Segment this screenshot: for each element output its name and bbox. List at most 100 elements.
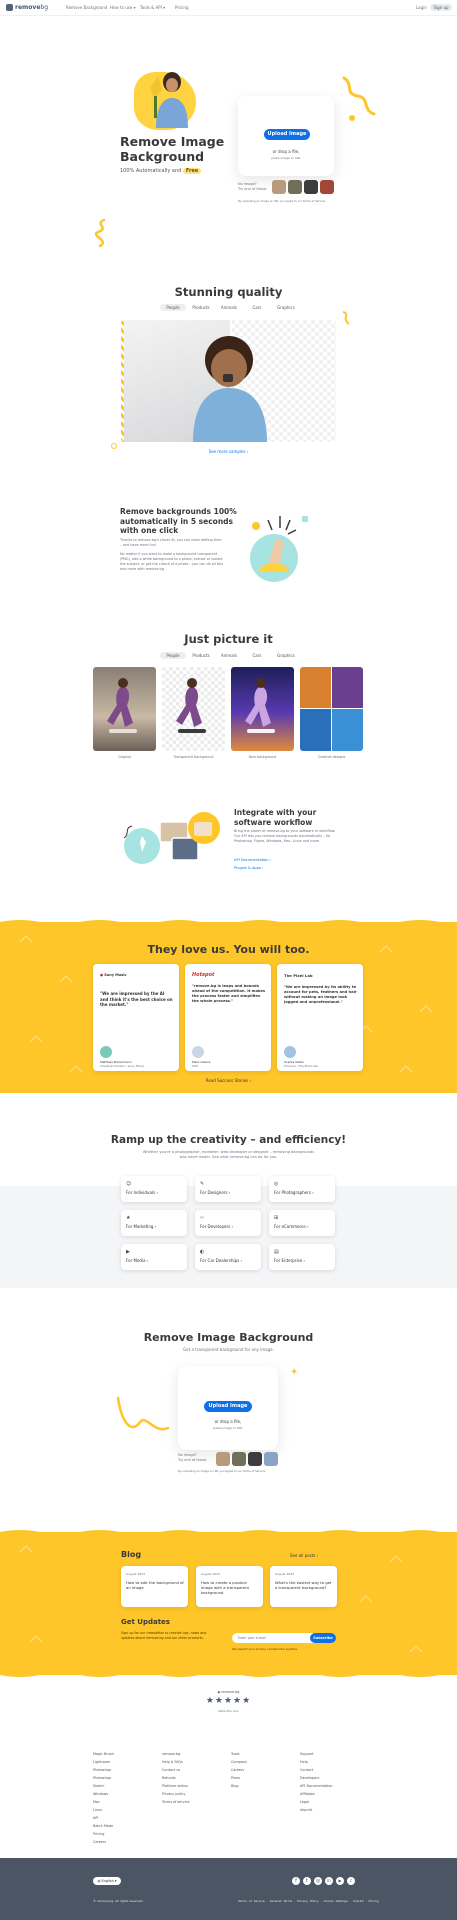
blog-post-1[interactable]: August 2023 How to edit the background o… — [121, 1566, 188, 1607]
rating-stars[interactable]: ★★★★★ — [0, 1696, 457, 1706]
usecase-car-dealerships[interactable]: ◐ For Car Dealerships › — [195, 1244, 261, 1270]
cta-upload-image-button[interactable]: Upload Image — [204, 1401, 252, 1412]
caption-original: Original — [118, 755, 131, 759]
picture-tab-graphics[interactable]: Graphics — [272, 652, 300, 659]
footer-link-general-terms[interactable]: General Terms — [270, 1899, 293, 1903]
cta-sample-thumb-car[interactable] — [264, 1452, 278, 1466]
footer-link-pricing[interactable]: Pricing — [369, 1899, 379, 1903]
integrate-illustration — [120, 808, 230, 872]
picture-creative[interactable] — [300, 667, 363, 751]
footer-link-privacy[interactable]: Privacy Policy — [297, 1899, 318, 1903]
sample-thumb-product[interactable] — [304, 180, 318, 194]
hero-subtitle: 100% Automatically and Free — [120, 168, 202, 174]
tiktok-icon[interactable]: ♪ — [347, 1877, 355, 1885]
tab-cars[interactable]: Cars — [244, 304, 270, 311]
signup-button[interactable]: Sign up — [430, 4, 452, 11]
upload-card[interactable]: Upload Image or drop a file, paste image… — [238, 96, 334, 176]
testimonial-logo-1: ● Sony Music — [100, 973, 127, 977]
sample-prompt: No image? Try one of these: — [238, 182, 268, 191]
picture-tab-products[interactable]: Products — [188, 652, 214, 659]
testimonial-quote-2: "remove.bg is leaps and bounds ahead of … — [192, 984, 266, 1003]
sample-thumb-car[interactable] — [320, 180, 334, 194]
see-more-samples-link[interactable]: See more samples › — [0, 449, 457, 454]
usecase-photographers[interactable]: ◎ For Photographers › — [269, 1176, 335, 1202]
efficiency-title: Ramp up the creativity – and efficiency! — [110, 1134, 347, 1146]
see-all-posts-link[interactable]: See all posts › — [290, 1553, 318, 1559]
feature1-para2: No matter if you want to make a backgrou… — [120, 552, 224, 571]
facebook-icon[interactable]: f — [292, 1877, 300, 1885]
avatar-3 — [284, 1046, 296, 1058]
sample-thumb-person[interactable] — [272, 180, 286, 194]
picture-tab-animals[interactable]: Animals — [216, 652, 242, 659]
quality-image[interactable] — [121, 320, 336, 442]
quality-tabs: People Products Animals Cars Graphics — [160, 304, 300, 313]
feature1-para1: Thanks to remove.bg's clever AI, you can… — [120, 538, 222, 547]
hero-terms: By uploading an image or URL you agree t… — [238, 199, 326, 203]
hero-illustration-squiggle — [340, 74, 380, 128]
subscribe-button[interactable]: Subscribe — [310, 1633, 336, 1643]
caption-new-background: New background — [248, 755, 277, 759]
newsletter-email-input[interactable]: Enter your e-mail Subscribe — [232, 1633, 336, 1643]
logo-text[interactable]: removebg — [15, 4, 48, 11]
integrate-body: Bring the power of remove.bg to your sof… — [234, 829, 336, 843]
cta-sample-thumb-product[interactable] — [248, 1452, 262, 1466]
updates-title: Get Updates — [121, 1618, 170, 1626]
youtube-icon[interactable]: ▶ — [336, 1877, 344, 1885]
footer-link-imprint[interactable]: Imprint — [353, 1899, 364, 1903]
picture-tab-cars[interactable]: Cars — [244, 652, 270, 659]
picture-original[interactable] — [93, 667, 156, 751]
nav-item-pricing[interactable]: Pricing — [175, 5, 188, 11]
upload-image-button[interactable]: Upload Image — [264, 129, 310, 140]
tab-animals[interactable]: Animals — [216, 304, 242, 311]
tab-graphics[interactable]: Graphics — [272, 304, 300, 311]
tab-products[interactable]: Products — [188, 304, 214, 311]
api-documentation-link[interactable]: API Documentation › — [234, 858, 271, 862]
linkedin-icon[interactable]: in — [325, 1877, 333, 1885]
blog-post-3[interactable]: August 2023 What's the easiest way to ge… — [270, 1566, 337, 1607]
plugins-apps-link[interactable]: Plugins & Apps › — [234, 866, 263, 870]
success-stories-link[interactable]: Read Success Stories › — [0, 1078, 457, 1083]
cta-sample-thumb-animal[interactable] — [232, 1452, 246, 1466]
testimonial-card-1: ● Sony Music "We are impressed by the AI… — [93, 964, 179, 1071]
cta-terms: By uploading an image or URL you agree t… — [178, 1469, 266, 1473]
usecase-marketing[interactable]: ★ For Marketing › — [121, 1210, 187, 1236]
instagram-icon[interactable]: ◎ — [314, 1877, 322, 1885]
updates-body: Sign up for our newsletter to receive ti… — [121, 1631, 207, 1640]
usecase-individuals[interactable]: ☺ For Individuals › — [121, 1176, 187, 1202]
picture-tabs: People Products Animals Cars Graphics — [160, 652, 300, 661]
cta-left-squiggle — [116, 1394, 170, 1442]
usecase-designers[interactable]: ✎ For Designers › — [195, 1176, 261, 1202]
testimonial-card-3: The Pixel Lab "We are impressed by its a… — [277, 964, 363, 1071]
language-select[interactable]: ◍ English ▾ — [93, 1877, 121, 1885]
footer-link-terms[interactable]: Terms of Service — [238, 1899, 265, 1903]
picture-transparent[interactable] — [162, 667, 225, 751]
integrate-title: Integrate with your software workflow — [234, 808, 317, 827]
cta-sparkle-icon: ✦ — [290, 1367, 299, 1378]
footer-link-cookies[interactable]: Cookie Settings — [323, 1899, 347, 1903]
hero-title: Remove Image Background — [120, 134, 225, 164]
twitter-icon[interactable]: t — [303, 1877, 311, 1885]
logo-mark-icon[interactable] — [6, 4, 13, 11]
tab-people[interactable]: People — [160, 304, 186, 311]
testimonial-quote-1: "We are impressed by the AI and think it… — [100, 991, 173, 1007]
picture-tab-people[interactable]: People — [160, 652, 186, 659]
cta-upload-card[interactable]: Upload Image or drop a file, paste image… — [178, 1366, 278, 1450]
nav-item-how-to-use[interactable]: How to use ▾ — [110, 5, 136, 11]
testimonial-role-2: CEO — [192, 1064, 199, 1068]
rating-text: Rate this tool — [218, 1709, 239, 1713]
blog-post-2[interactable]: August 2023 How to create a product imag… — [196, 1566, 263, 1607]
picture-new-background[interactable] — [231, 667, 294, 751]
testimonial-logo-3: The Pixel Lab — [284, 973, 313, 978]
footer-col-4: Support Help Contact Developers API Document… — [300, 1752, 333, 1812]
nav-item-tools-api[interactable]: Tools & API ▾ — [140, 5, 165, 11]
cta-sample-thumb-person[interactable] — [216, 1452, 230, 1466]
usecase-ecommerce[interactable]: ⊞ For eCommerce › — [269, 1210, 335, 1236]
login-link[interactable]: Login — [416, 5, 427, 11]
nav-item-remove-background[interactable]: Remove Background — [66, 5, 107, 11]
sample-thumb-animal[interactable] — [288, 180, 302, 194]
usecase-developers[interactable]: ‹› For Developers › — [195, 1210, 261, 1236]
picture-title: Just picture it — [184, 632, 273, 646]
usecase-enterprise[interactable]: ▤ For Enterprise › — [269, 1244, 335, 1270]
left-stripe-decoration — [121, 320, 124, 442]
usecase-media[interactable]: ▶ For Media › — [121, 1244, 187, 1270]
